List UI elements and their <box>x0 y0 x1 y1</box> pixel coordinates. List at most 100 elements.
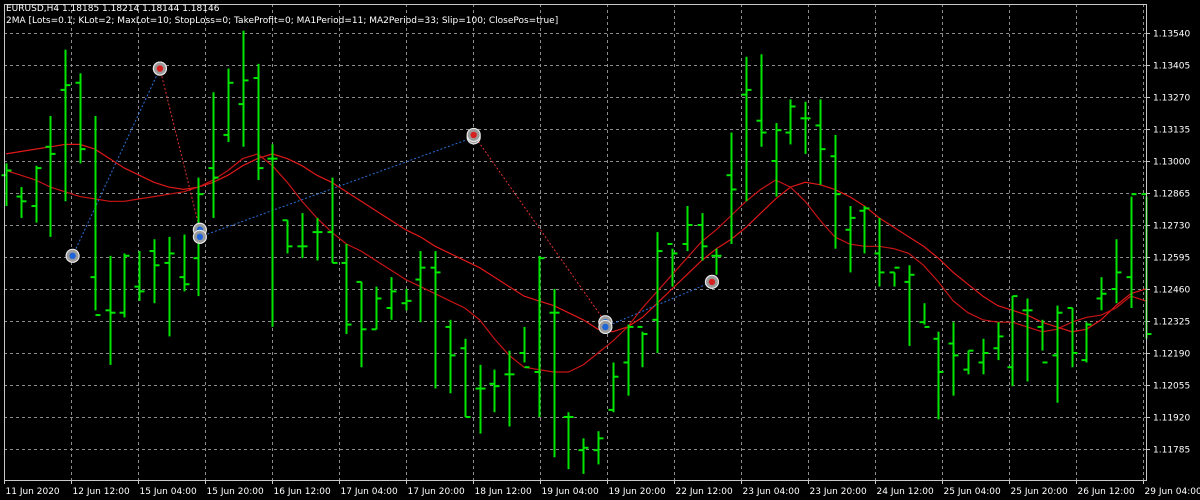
ohlc-bar <box>608 362 619 413</box>
ohlc-bar <box>652 232 663 353</box>
ohlc-bar <box>386 277 397 320</box>
ohlc-bar <box>297 213 308 259</box>
ohlc-bar <box>430 251 441 389</box>
expert-params-label: 2MA [Lots=0.1; KLot=2; MaxLot=10; StopLo… <box>6 16 559 26</box>
ma-line-2 <box>5 153 1146 373</box>
ohlc-bar <box>563 412 574 470</box>
marker-core <box>470 131 477 139</box>
price-chart[interactable]: 1.13540 1.13405 1.13270 1.13135 1.13000 1.128… <box>0 0 1200 500</box>
ohlc-bar <box>119 253 130 318</box>
ohlc-bar <box>1 163 12 207</box>
x-tick-label: 26 Jun 12:00 <box>1078 487 1135 497</box>
marker-core <box>708 278 716 286</box>
ohlc-bar <box>282 219 293 254</box>
ohlc-bar <box>253 63 264 180</box>
trade-marker-sell <box>466 127 481 143</box>
trade-marker-sell <box>704 274 720 289</box>
x-tick-label: 15 Jun 20:00 <box>207 487 264 497</box>
trade-line-buy <box>199 136 474 238</box>
x-tick-label: 16 Jun 12:00 <box>274 487 331 497</box>
ohlc-bar <box>179 234 190 292</box>
ohlc-bar <box>1037 319 1048 364</box>
ohlc-bar <box>489 369 500 413</box>
y-tick-label: 1.11920 <box>1153 414 1190 424</box>
ohlc-bar <box>549 289 560 458</box>
x-tick-label: 22 Jun 12:00 <box>676 487 733 497</box>
x-tick-label: 19 Jun 20:00 <box>609 487 666 497</box>
y-tick-label: 1.13270 <box>1153 94 1190 104</box>
ohlc-bar <box>1022 298 1033 382</box>
y-tick-label: 1.13540 <box>1153 30 1190 40</box>
ohlc-bar <box>948 322 959 396</box>
ohlc-bar <box>534 255 545 417</box>
marker-core <box>69 252 76 260</box>
x-tick-label: 23 Jun 20:00 <box>810 487 867 497</box>
ohlc-bar <box>1126 193 1137 308</box>
y-tick-label: 1.11785 <box>1153 446 1190 456</box>
ohlc-bar <box>519 326 530 369</box>
y-tick-label: 1.12865 <box>1153 190 1190 200</box>
y-tick-label: 1.12325 <box>1153 318 1190 328</box>
ohlc-bar <box>889 266 900 287</box>
grid <box>4 4 1146 480</box>
ohlc-bar <box>697 213 708 261</box>
ohlc-bar <box>845 206 856 273</box>
x-tick-label: 17 Jun 04:00 <box>341 487 398 497</box>
ohlc-bar <box>815 99 826 185</box>
ohlc-bar <box>667 242 678 287</box>
trade-line-sell <box>159 68 201 230</box>
trade-marker-sell <box>152 61 168 76</box>
ohlc-bar <box>1096 277 1107 311</box>
trade-marker-buy <box>65 248 80 263</box>
marker-core <box>156 65 164 72</box>
y-tick-label: 1.12190 <box>1153 350 1190 360</box>
ma-line-1 <box>5 143 1146 333</box>
x-tick-label: 25 Jun 20:00 <box>1011 487 1068 497</box>
ohlc-bar <box>401 289 412 311</box>
ohlc-bar <box>460 338 471 418</box>
x-tick-label: 19 Jun 04:00 <box>542 487 599 497</box>
ohlc-bar <box>785 99 796 145</box>
ohlc-bar <box>312 217 323 261</box>
ohlc-bar <box>134 251 145 301</box>
ohlc-bar <box>904 265 915 346</box>
y-tick-label: 1.13405 <box>1153 62 1190 72</box>
trade-line-buy <box>605 281 713 328</box>
moving-averages <box>5 143 1146 373</box>
ohlc-bar <box>800 101 811 154</box>
ohlc-bar <box>1052 305 1063 403</box>
x-tick-label: 11 Jun 2020 <box>6 487 60 497</box>
ohlc-bar <box>978 338 989 375</box>
x-tick-label: 29 Jun 04:00 <box>1145 487 1200 497</box>
ohlc-bar <box>993 322 1004 361</box>
ohlc-bar <box>637 325 648 368</box>
y-tick-label: 1.12460 <box>1153 286 1190 296</box>
ohlc-bar <box>711 248 722 275</box>
ohlc-bar <box>504 350 515 427</box>
trade-marker-buy <box>192 229 207 244</box>
x-tick-label: 12 Jun 12:00 <box>73 487 130 497</box>
ohlc-bar <box>16 187 27 218</box>
x-tick-label: 17 Jun 20:00 <box>408 487 465 497</box>
y-tick-label: 1.12730 <box>1153 222 1190 232</box>
y-tick-label: 1.13000 <box>1153 158 1190 168</box>
x-tick-label: 15 Jun 04:00 <box>140 487 197 497</box>
x-tick-label: 18 Jun 12:00 <box>475 487 532 497</box>
ohlc-bar <box>356 280 367 368</box>
ohlc-bar <box>771 123 782 197</box>
ohlc-bar <box>578 438 589 474</box>
x-tick-label: 25 Jun 04:00 <box>944 487 1001 497</box>
y-tick-label: 1.12055 <box>1153 382 1190 392</box>
marker-core <box>196 233 204 241</box>
x-tick-label: 23 Jun 04:00 <box>743 487 800 497</box>
ohlc-bar <box>223 68 234 143</box>
ohlc-bar <box>726 132 737 244</box>
chart-window[interactable]: 1.13540 1.13405 1.13270 1.13135 1.13000 1.128… <box>0 0 1200 500</box>
ohlc-bar <box>105 255 116 365</box>
y-tick-label: 1.13135 <box>1153 126 1190 136</box>
ohlc-bar <box>919 303 930 328</box>
trade-marker-buy <box>598 319 613 335</box>
ohlc-bar <box>593 431 604 465</box>
ohlc-bar <box>31 165 42 223</box>
ohlc-bar <box>75 73 86 164</box>
